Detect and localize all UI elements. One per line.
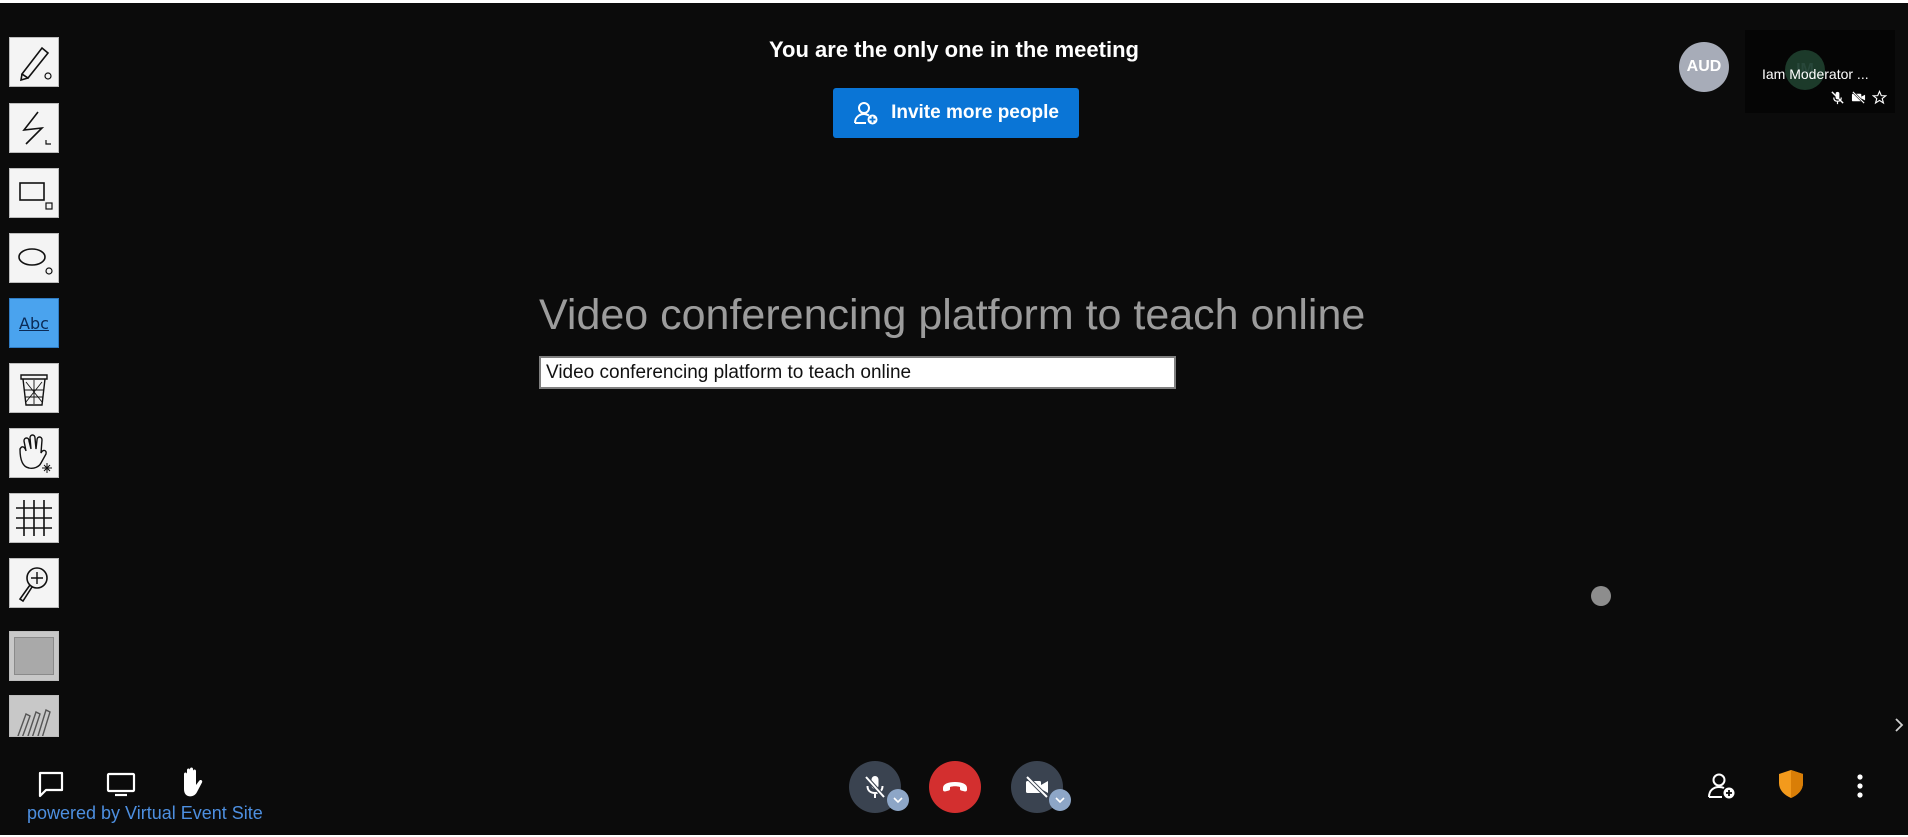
- ellipse-icon: [18, 248, 53, 275]
- chat-button[interactable]: [34, 767, 68, 801]
- screen-share-icon: [106, 772, 136, 797]
- text-tool[interactable]: Abc: [9, 298, 59, 348]
- raise-hand-button[interactable]: [175, 765, 209, 799]
- share-screen-button[interactable]: [104, 767, 138, 801]
- mic-muted-icon: [864, 775, 886, 799]
- pan-hand-icon: [19, 434, 52, 473]
- zoom-tool[interactable]: [9, 558, 59, 608]
- phone-hangup-icon: [943, 782, 967, 792]
- chevron-right-icon[interactable]: [1892, 715, 1906, 735]
- zoom-icon: [18, 567, 48, 603]
- pan-tool[interactable]: [9, 428, 59, 478]
- whiteboard-text-input[interactable]: [539, 356, 1176, 389]
- invite-more-people-button[interactable]: Invite more people: [833, 88, 1079, 138]
- chat-icon: [38, 771, 64, 798]
- rectangle-icon: [19, 182, 53, 210]
- fill-color-tool[interactable]: [9, 631, 59, 681]
- mic-options-chevron[interactable]: [887, 789, 909, 811]
- camera-options-chevron[interactable]: [1049, 789, 1071, 811]
- polyline-tool[interactable]: [9, 103, 59, 153]
- camera-off-icon: [1025, 775, 1049, 799]
- security-options-button[interactable]: [1774, 767, 1808, 801]
- clear-tool[interactable]: [9, 363, 59, 413]
- add-person-icon: [854, 102, 878, 125]
- raise-hand-icon: [184, 767, 203, 797]
- participant-status-icons: [1830, 90, 1887, 105]
- meeting-stage: Abc You are the only one in the meeting …: [0, 3, 1908, 835]
- add-person-icon: [1708, 773, 1735, 799]
- only-one-notice: You are the only one in the meeting: [769, 37, 1139, 62]
- chevron-down-icon: [1055, 797, 1065, 804]
- participant-name: Iam Moderator ...: [1762, 66, 1869, 82]
- star-icon: [1872, 90, 1887, 105]
- more-vertical-icon: [1857, 774, 1863, 798]
- more-options-button[interactable]: [1843, 769, 1877, 803]
- whiteboard-text: Video conferencing platform to teach onl…: [539, 291, 1366, 339]
- audience-badge[interactable]: AUD: [1679, 42, 1729, 92]
- text-tool-icon: Abc: [19, 313, 49, 333]
- invite-label: Invite more people: [891, 102, 1059, 123]
- ellipse-tool[interactable]: [9, 233, 59, 283]
- grid-tool[interactable]: [9, 493, 59, 543]
- grid-icon: [16, 500, 52, 536]
- shield-icon: [1779, 770, 1803, 798]
- chevron-down-icon: [893, 797, 903, 804]
- powered-by-link[interactable]: powered by Virtual Event Site: [27, 803, 263, 824]
- trash-icon: [20, 374, 48, 406]
- local-participant-thumbnail[interactable]: IM Iam Moderator ...: [1745, 30, 1895, 113]
- invite-participants-button[interactable]: [1705, 769, 1739, 803]
- rectangle-tool[interactable]: [9, 168, 59, 218]
- camera-off-icon: [1851, 91, 1866, 104]
- polyline-icon: [22, 111, 51, 145]
- fill-color-swatch: [14, 637, 54, 675]
- more-tools[interactable]: [9, 695, 59, 737]
- pencils-icon: [17, 709, 51, 736]
- remote-cursor-dot: [1591, 586, 1611, 606]
- hang-up-button[interactable]: [929, 761, 981, 813]
- mic-muted-icon: [1831, 91, 1844, 105]
